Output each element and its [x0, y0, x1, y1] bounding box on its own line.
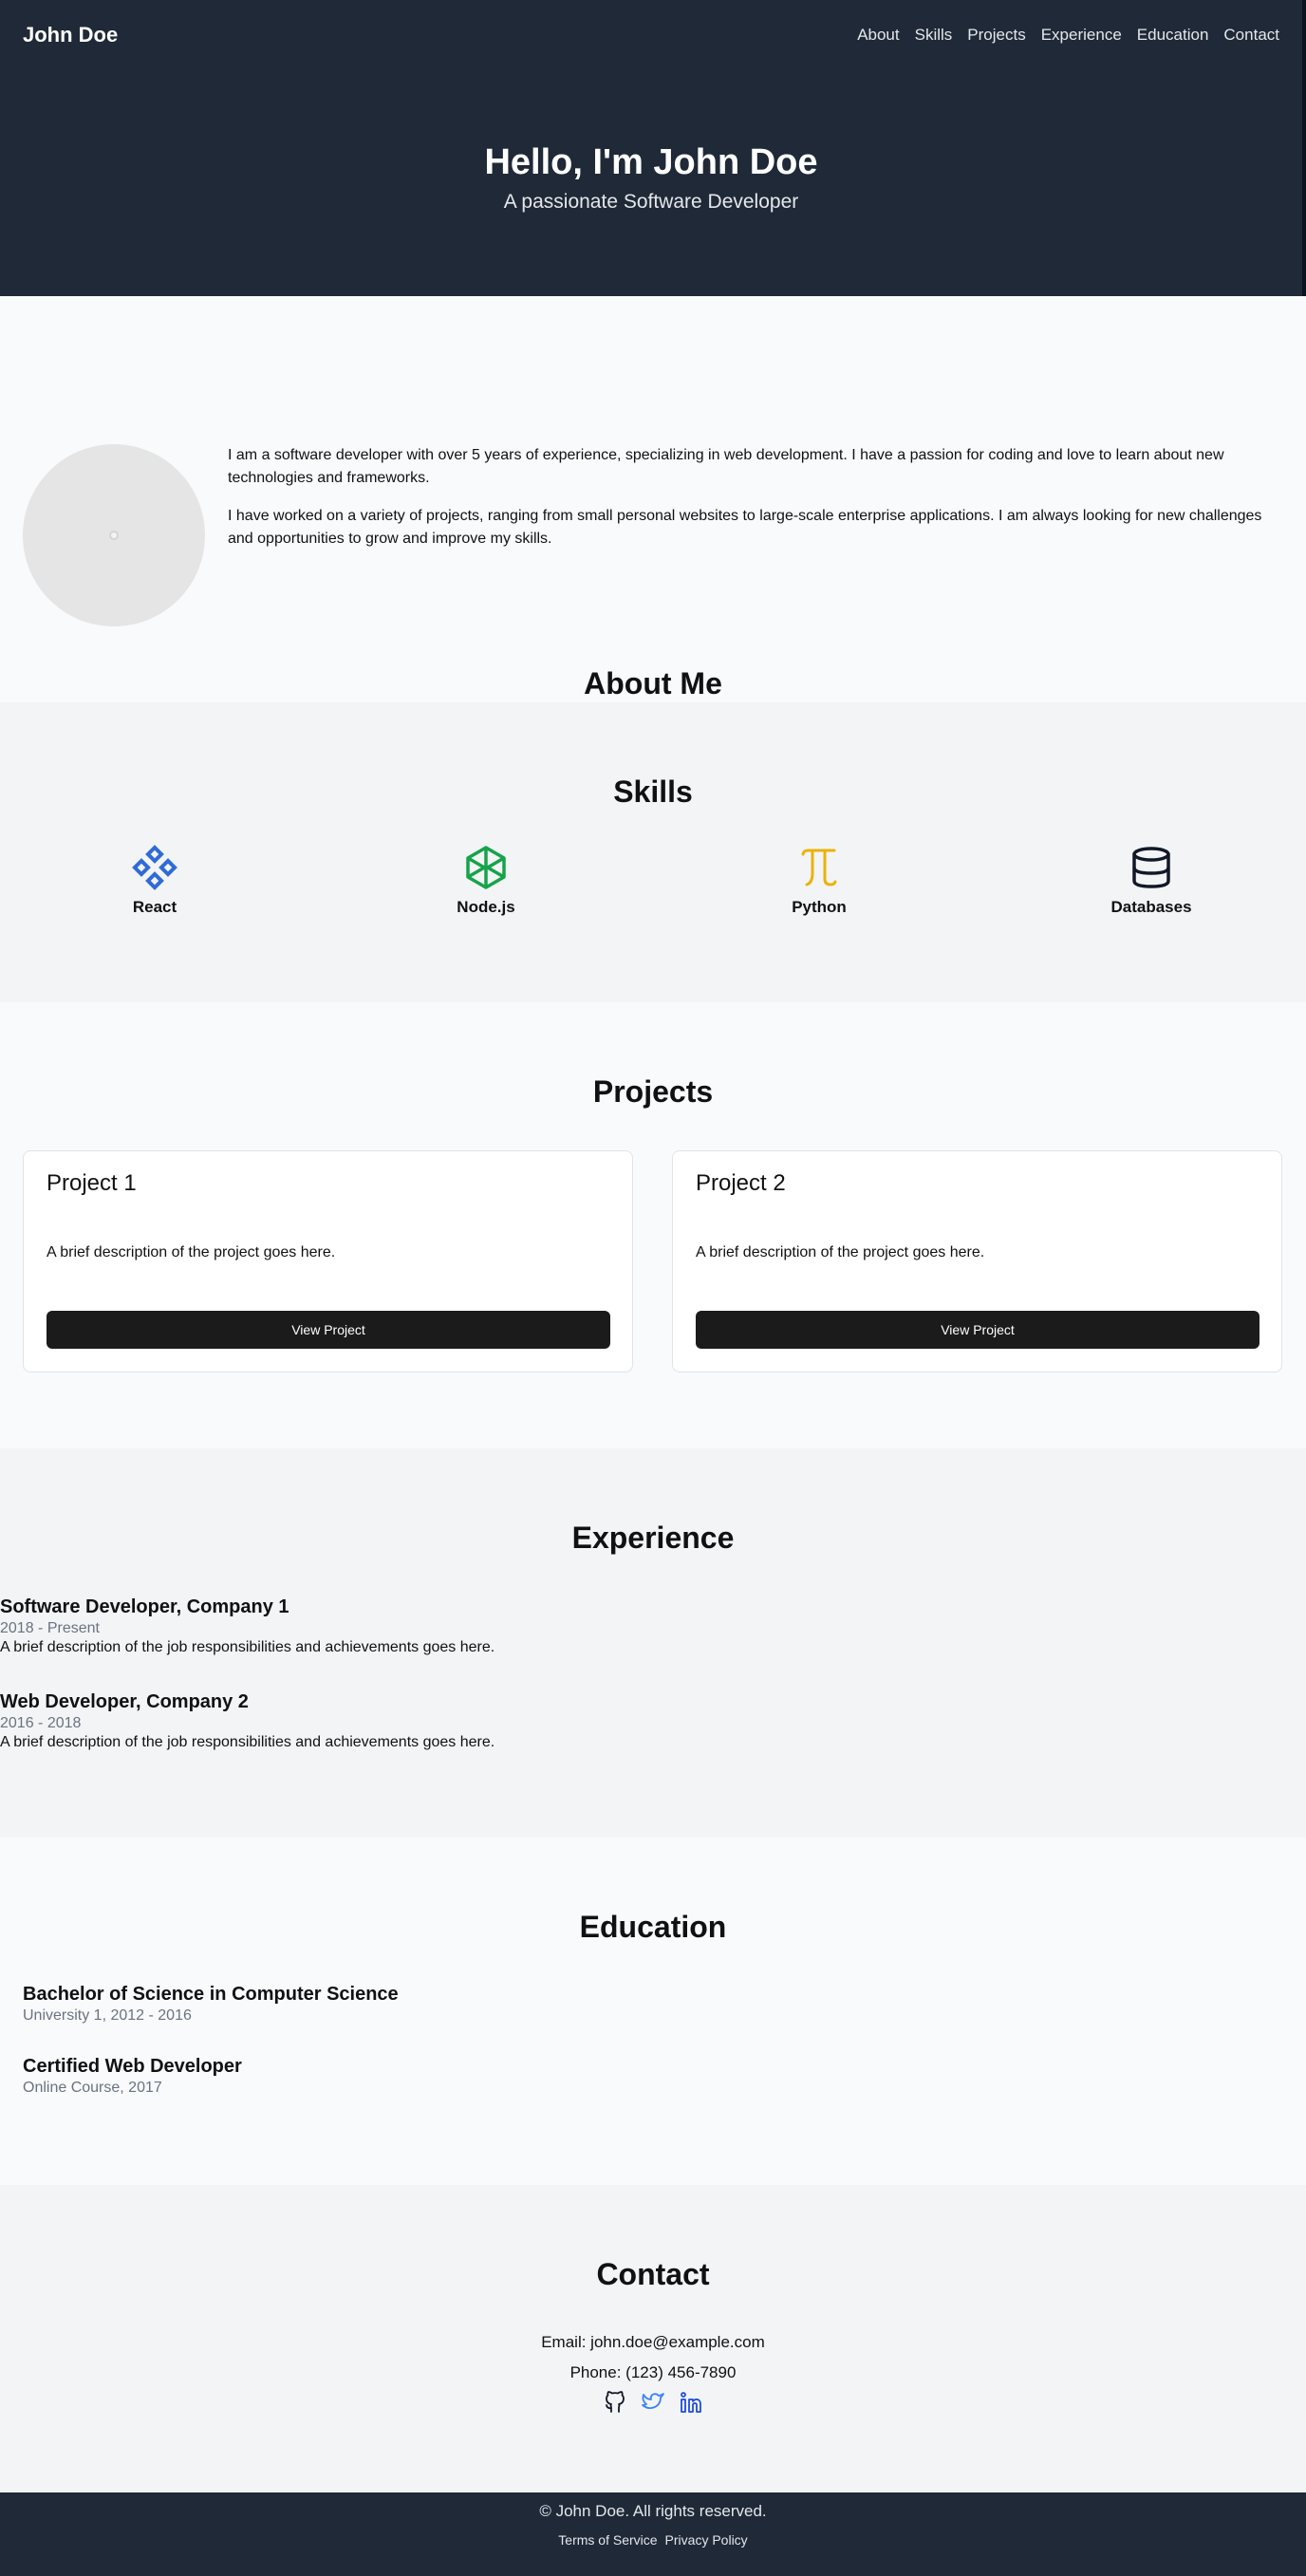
about-paragraph-2: I have worked on a variety of projects, … [228, 508, 1262, 547]
education-entry-2: Certified Web Developer Online Course, 2… [23, 2056, 242, 2097]
site-footer: © John Doe. All rights reserved. Terms o… [0, 2492, 1306, 2576]
project-description: A brief description of the project goes … [696, 1244, 985, 1260]
site-header: John Doe About Skills Projects Experienc… [0, 0, 1306, 296]
skill-label: React [132, 898, 177, 916]
nav-link-experience[interactable]: Experience [1041, 26, 1122, 45]
skill-nodejs: Node.js [401, 845, 571, 917]
terms-link[interactable]: Terms of Service [558, 2532, 657, 2548]
skills-section: Skills React Node.js Python Databases [0, 702, 1306, 1002]
avatar [23, 444, 205, 626]
education-degree: Bachelor of Science in Computer Science [23, 1984, 399, 2005]
about-section: About Me I am a software developer with … [0, 296, 1306, 702]
react-icon [132, 845, 177, 890]
experience-title: Experience [571, 1521, 735, 1555]
project-card-1: Project 1 A brief description of the pro… [23, 1150, 633, 1372]
about-title: About Me [584, 666, 722, 700]
database-icon [1132, 847, 1170, 888]
education-section: Education Bachelor of Science in Compute… [0, 1838, 1306, 2185]
nav-links: About Skills Projects Experience Educati… [857, 26, 1279, 45]
github-icon[interactable] [603, 2390, 627, 2415]
projects-title: Projects [592, 1074, 714, 1109]
job-description: A brief description of the job responsib… [0, 1639, 495, 1655]
skill-label: Python [792, 898, 847, 916]
education-entry-1: Bachelor of Science in Computer Science … [23, 1984, 399, 2025]
education-detail: University 1, 2012 - 2016 [23, 2007, 192, 2024]
education-detail: Online Course, 2017 [23, 2080, 162, 2096]
nav-link-education[interactable]: Education [1137, 26, 1209, 45]
privacy-link[interactable]: Privacy Policy [665, 2532, 748, 2548]
education-title: Education [579, 1910, 727, 1944]
view-project-button[interactable]: View Project [47, 1311, 610, 1349]
linkedin-icon[interactable] [679, 2390, 703, 2415]
skill-python: Python [734, 845, 905, 917]
projects-section: Projects Project 1 A brief description o… [0, 1002, 1306, 1448]
skills-title: Skills [613, 775, 693, 809]
view-project-button[interactable]: View Project [696, 1311, 1259, 1349]
job-title: Software Developer, Company 1 [0, 1596, 289, 1617]
python-icon [801, 849, 837, 887]
project-title: Project 2 [696, 1170, 786, 1196]
project-card-2: Project 2 A brief description of the pro… [672, 1150, 1282, 1372]
brand-name[interactable]: John Doe [23, 23, 118, 47]
job-dates: 2018 - Present [0, 1620, 100, 1636]
image-placeholder-icon [109, 531, 119, 540]
job-title: Web Developer, Company 2 [0, 1691, 249, 1712]
copyright-text: © John Doe. All rights reserved. [539, 2502, 767, 2520]
contact-title: Contact [596, 2257, 710, 2291]
skill-react: React [69, 845, 240, 917]
about-text: I am a software developer with over 5 ye… [228, 444, 1262, 566]
nav-link-about[interactable]: About [857, 26, 899, 45]
contact-phone[interactable]: Phone: (123) 456-7890 [0, 2363, 1306, 2382]
experience-section: Experience Software Developer, Company 1… [0, 1448, 1306, 1838]
hero: Hello, I'm John Doe A passionate Softwar… [0, 142, 1302, 214]
hero-subtitle: A passionate Software Developer [503, 191, 799, 213]
nav-link-contact[interactable]: Contact [1223, 26, 1279, 45]
nodejs-icon [466, 846, 506, 889]
hero-title: Hello, I'm John Doe [484, 142, 818, 182]
top-nav: John Doe About Skills Projects Experienc… [0, 0, 1302, 70]
twitter-icon[interactable] [641, 2390, 665, 2415]
social-links [0, 2390, 1306, 2415]
nav-link-projects[interactable]: Projects [967, 26, 1025, 45]
skill-label: Node.js [457, 898, 515, 916]
job-entry-1: Software Developer, Company 1 2018 - Pre… [0, 1596, 494, 1656]
contact-section: Contact Email: john.doe@example.com Phon… [0, 2185, 1306, 2492]
job-description: A brief description of the job responsib… [0, 1734, 495, 1750]
about-paragraph-1: I am a software developer with over 5 ye… [228, 447, 1224, 486]
nav-link-skills[interactable]: Skills [915, 26, 953, 45]
project-description: A brief description of the project goes … [47, 1244, 336, 1260]
project-title: Project 1 [47, 1170, 137, 1196]
footer-links: Terms of Service Privacy Policy [0, 2532, 1306, 2548]
education-degree: Certified Web Developer [23, 2056, 242, 2077]
job-dates: 2016 - 2018 [0, 1715, 82, 1731]
skill-label: Databases [1110, 898, 1192, 916]
contact-email[interactable]: Email: john.doe@example.com [0, 2333, 1306, 2352]
skill-databases: Databases [1066, 845, 1237, 917]
job-entry-2: Web Developer, Company 2 2016 - 2018 A b… [0, 1691, 494, 1751]
